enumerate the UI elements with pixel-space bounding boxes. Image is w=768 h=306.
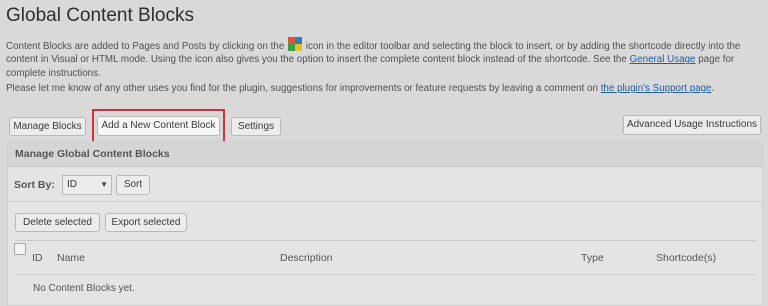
manage-blocks-panel: Manage Global Content Blocks Sort By: ID…: [7, 141, 763, 306]
advanced-usage-instructions-button[interactable]: Advanced Usage Instructions: [623, 115, 761, 135]
table-row-divider: [15, 274, 756, 275]
page-title: Global Content Blocks: [6, 5, 194, 26]
tab-manage-blocks[interactable]: Manage Blocks: [9, 117, 86, 136]
column-header-shortcodes[interactable]: Shortcode(s): [656, 252, 716, 264]
column-header-type[interactable]: Type: [581, 252, 604, 264]
tab-settings[interactable]: Settings: [231, 117, 281, 136]
panel-header: Manage Global Content Blocks: [8, 142, 762, 167]
column-header-description[interactable]: Description: [280, 252, 333, 264]
select-all-checkbox[interactable]: [14, 243, 26, 255]
chevron-down-icon: ▼: [100, 180, 108, 189]
intro-paragraph-2: Please let me know of any other uses you…: [6, 82, 715, 94]
sort-by-label: Sort By:: [14, 179, 55, 191]
intro-text: Content Blocks are added to Pages and Po…: [6, 37, 754, 95]
sort-button[interactable]: Sort: [116, 175, 150, 195]
table-top-divider: [15, 240, 756, 241]
general-usage-link[interactable]: General Usage: [630, 54, 696, 65]
delete-selected-button[interactable]: Delete selected: [15, 213, 100, 232]
sort-by-select[interactable]: ID ▼: [62, 175, 112, 195]
intro-paragraph-1: Content Blocks are added to Pages and Po…: [6, 37, 754, 80]
export-selected-button[interactable]: Export selected: [105, 213, 187, 232]
tab-add-new-content-block[interactable]: Add a New Content Block: [97, 116, 220, 136]
divider: [8, 201, 762, 202]
column-header-name[interactable]: Name: [57, 252, 85, 264]
column-header-id[interactable]: ID: [32, 252, 43, 264]
support-page-link[interactable]: the plugin's Support page: [601, 83, 712, 94]
empty-table-message: No Content Blocks yet.: [33, 283, 135, 294]
global-content-blocks-toolbar-icon: [288, 37, 303, 51]
